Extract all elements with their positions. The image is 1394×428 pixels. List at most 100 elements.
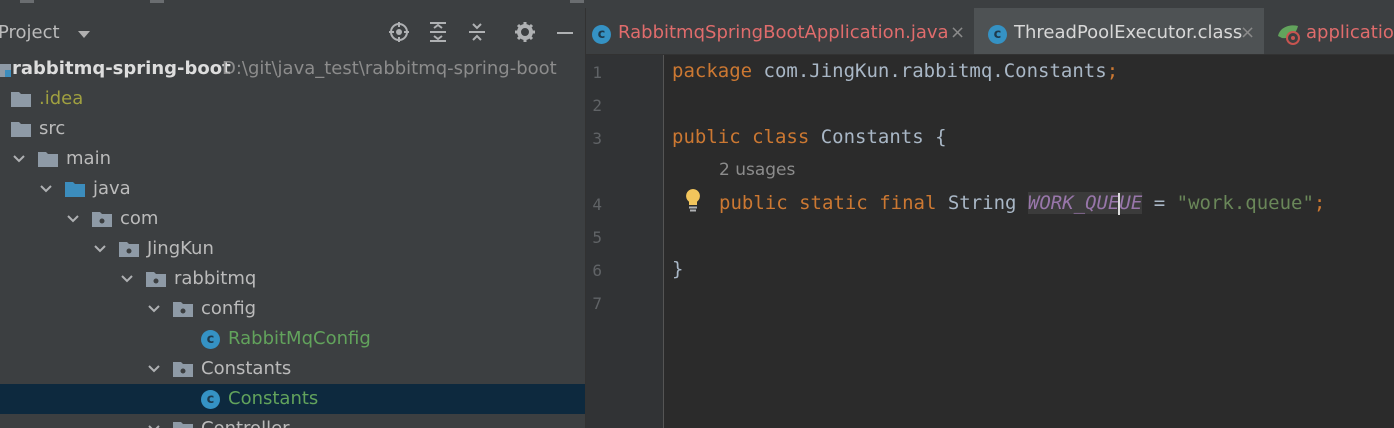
tab-application[interactable]: application [1266,8,1394,54]
type-name: String [936,192,1028,214]
closing-brace: } [672,258,684,280]
title-bar-mark [150,0,164,3]
close-icon[interactable]: × [1240,8,1255,54]
title-bar-mark [570,0,584,3]
usages-hint[interactable]: 2 usages [719,160,795,180]
keyword: final [879,192,937,214]
assign-operator: = [1142,192,1177,214]
tab-label: RabbitmqSpringBootApplication.java [618,22,949,43]
tree-label: java [93,178,131,199]
expand-all-icon[interactable] [426,20,450,44]
chevron-down-icon[interactable] [120,273,134,285]
locate-icon[interactable] [387,20,411,44]
tree-row-idea[interactable]: .idea [0,84,585,114]
tree-row-controller[interactable]: Controller [0,414,585,428]
editor-tab-bar: c RabbitmqSpringBootApplication.java × c… [586,8,1394,55]
close-icon[interactable]: × [950,8,965,54]
keyword: public [719,192,788,214]
tab-label: ThreadPoolExecutor.class [1014,22,1243,43]
project-panel-title[interactable]: Project [0,22,60,43]
line-number: 1 [592,63,602,82]
minimize-icon[interactable] [553,20,577,44]
tree-row-rabbitmq[interactable]: rabbitmq [0,264,585,294]
code-line-4[interactable]: public static final String WORK_QUEUE = … [719,192,1325,215]
bulb-icon[interactable] [683,188,703,212]
package-name: com.JingKun.rabbitmq.Constants [752,60,1107,82]
package-icon [146,272,166,287]
class-icon: c [988,25,1007,44]
tree-row-jingkun[interactable]: JingKun [0,234,585,264]
tab-label: application [1306,22,1394,43]
chevron-down-icon[interactable] [66,213,80,225]
line-number: 7 [592,294,602,313]
tree-label: config [201,298,257,319]
folder-icon [38,152,58,167]
line-number: 3 [592,129,602,148]
tree-label: JingKun [147,238,214,259]
line-number: 5 [592,228,602,247]
chevron-down-icon[interactable] [147,303,161,315]
tree-label: com [120,208,159,229]
source-folder-icon [65,182,85,197]
string-literal: "work.queue" [1176,192,1314,214]
project-path: D:\git\java_test\rabbitmq-spring-boot [222,58,557,79]
tree-label: main [66,148,111,169]
tree-row-constants-class[interactable]: c Constants [0,384,585,414]
tree-label: .idea [39,88,84,109]
package-icon [173,302,193,317]
line-number: 6 [592,261,602,280]
package-icon [173,362,193,377]
keyword: static [799,192,868,214]
tree-label: rabbitmq [174,268,257,289]
package-icon [119,242,139,257]
constant-name: WORK_QUEUE [1027,192,1143,215]
view-dropdown-icon[interactable] [78,31,90,38]
code-line-3[interactable]: public class Constants { [672,126,947,148]
tree-row-rabbitmqconfig[interactable]: c RabbitMqConfig [0,324,585,354]
tab-rabbitmqspringbootapplication[interactable]: c RabbitmqSpringBootApplication.java × [586,8,972,54]
code-line-1[interactable]: package com.JingKun.rabbitmq.Constants; [672,60,1118,82]
chevron-down-icon[interactable] [93,243,107,255]
chevron-down-icon[interactable] [12,153,26,165]
package-icon [92,212,112,227]
tree-row-src[interactable]: src [0,114,585,144]
gutter-separator [663,55,664,428]
collapse-all-icon[interactable] [465,20,489,44]
tree-row-constants-package[interactable]: Constants [0,354,585,384]
keyword: package [672,60,753,82]
tree-label: Constants [228,388,319,409]
class-icon: c [592,25,611,44]
gear-icon[interactable] [513,20,537,44]
code-line-6[interactable]: } [672,258,683,280]
class-icon: c [201,390,220,409]
project-panel: Project rabbitmq-spring-boot D:\git\java… [0,8,585,428]
folder-icon [11,92,31,107]
tree-row-java[interactable]: java [0,174,585,204]
tab-threadpoolexecutor[interactable]: c ThreadPoolExecutor.class × [974,8,1264,54]
line-number: 4 [592,195,602,214]
tree-label: rabbitmq-spring-boot [12,58,231,79]
semicolon: ; [1313,192,1326,214]
tree-label: Constants [201,358,292,379]
title-bar-remnant [0,0,1394,8]
tree-label: src [39,118,66,139]
class-name: Constants { [809,126,947,148]
tree-row-main[interactable]: main [0,144,585,174]
chevron-down-icon[interactable] [147,363,161,375]
line-number: 2 [592,96,602,115]
semicolon: ; [1106,60,1119,82]
folder-icon [11,122,31,137]
tree-row-config[interactable]: config [0,294,585,324]
keyword: class [752,126,810,148]
keyword: public [672,126,741,148]
title-bar-mark [20,0,34,3]
chevron-down-icon[interactable] [39,183,53,195]
tree-label: Controller [201,414,290,428]
project-panel-header: Project [0,8,585,54]
tree-row-com[interactable]: com [0,204,585,234]
tree-label: RabbitMqConfig [228,328,371,349]
class-icon: c [201,330,220,349]
tree-row-root[interactable]: rabbitmq-spring-boot D:\git\java_test\ra… [0,54,585,84]
package-icon [173,422,193,428]
chevron-down-icon[interactable] [147,423,161,428]
